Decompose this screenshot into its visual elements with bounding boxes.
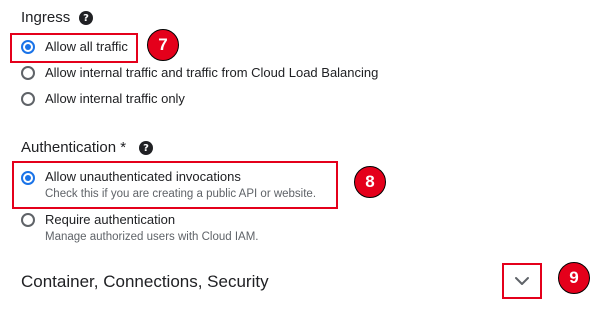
auth-radio-require-authentication[interactable] (21, 213, 35, 227)
ingress-radio-internal-and-lb[interactable] (21, 66, 35, 80)
annotation-badge-8: 8 (354, 166, 386, 198)
ingress-radio-internal-only[interactable] (21, 92, 35, 106)
authentication-title: Authentication * (21, 139, 127, 156)
chevron-down-icon (515, 277, 529, 285)
ingress-help-icon[interactable]: ? (79, 11, 93, 25)
accordion-expand-button[interactable] (502, 263, 542, 299)
auth-option-require-authentication-help: Manage authorized users with Cloud IAM. (45, 231, 259, 243)
accordion-title[interactable]: Container, Connections, Security (21, 272, 269, 292)
annotation-badge-7: 7 (147, 29, 179, 61)
auth-option-require-authentication-label[interactable]: Require authentication (45, 212, 175, 227)
ingress-option-internal-only-label[interactable]: Allow internal traffic only (45, 91, 185, 106)
annotation-badge-9: 9 (558, 262, 590, 294)
ingress-title: Ingress (21, 9, 71, 26)
auth-option-allow-unauthenticated-help: Check this if you are creating a public … (45, 188, 317, 200)
auth-option-allow-unauthenticated-label[interactable]: Allow unauthenticated invocations (45, 169, 241, 184)
ingress-option-all-traffic-label[interactable]: Allow all traffic (45, 39, 128, 54)
authentication-help-icon[interactable]: ? (139, 141, 153, 155)
ingress-option-internal-and-lb-label[interactable]: Allow internal traffic and traffic from … (45, 65, 378, 80)
ingress-radio-all-traffic[interactable] (21, 40, 35, 54)
auth-radio-allow-unauthenticated[interactable] (21, 171, 35, 185)
